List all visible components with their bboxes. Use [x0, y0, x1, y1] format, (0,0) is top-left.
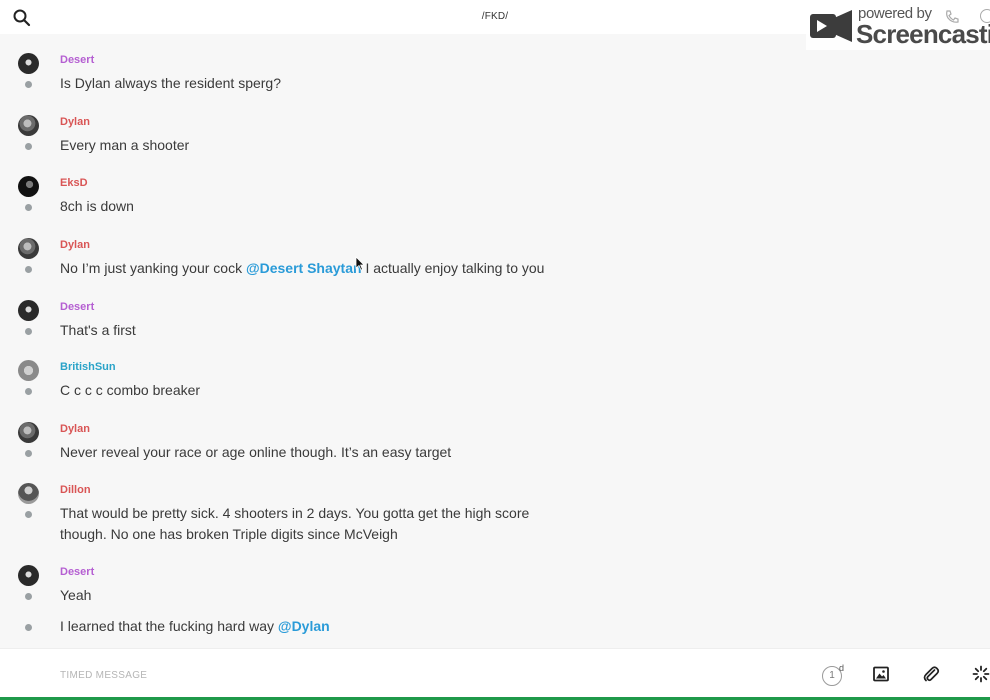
- loading-spinner-icon[interactable]: [972, 665, 990, 683]
- message-text: That's a first: [60, 322, 136, 338]
- message-text: That would be pretty sick. 4 shooters in…: [60, 503, 660, 545]
- message-text-part: I actually enjoy talking to you: [361, 260, 545, 276]
- message-text: Every man a shooter: [60, 137, 190, 153]
- message-author[interactable]: Dylan: [60, 238, 90, 252]
- status-dot: [25, 511, 32, 518]
- avatar[interactable]: [18, 483, 39, 504]
- message-text-part: I learned that the fucking hard way: [60, 618, 278, 634]
- status-dot: [25, 450, 32, 457]
- phone-icon[interactable]: [944, 9, 960, 25]
- message-text: Never reveal your race or age online tho…: [60, 444, 452, 460]
- avatar[interactable]: [18, 115, 39, 136]
- message-text-line: That would be pretty sick. 4 shooters in…: [60, 505, 530, 521]
- message-text: Yeah: [60, 587, 92, 603]
- info-icon[interactable]: [980, 9, 990, 23]
- image-icon[interactable]: [872, 665, 890, 683]
- message-text: C c c c combo breaker: [60, 382, 201, 398]
- message-author[interactable]: Dylan: [60, 115, 90, 129]
- message-author[interactable]: Dillon: [60, 483, 91, 497]
- avatar[interactable]: [18, 238, 39, 259]
- message-text-part: No I’m just yanking your cock: [60, 260, 246, 276]
- message-text-line: though. No one has broken Triple digits …: [60, 526, 398, 542]
- message-author[interactable]: Dylan: [60, 422, 90, 436]
- message-author[interactable]: Desert: [60, 53, 94, 67]
- avatar[interactable]: [18, 360, 39, 381]
- avatar[interactable]: [18, 565, 39, 586]
- message-text: I learned that the fucking hard way @Dyl…: [60, 616, 560, 637]
- status-dot: [25, 328, 32, 335]
- paperclip-icon[interactable]: [922, 665, 940, 683]
- status-dot: [25, 143, 32, 150]
- message-author[interactable]: EksD: [60, 176, 88, 190]
- mouse-cursor-icon: [355, 256, 365, 271]
- timed-message-input[interactable]: [60, 664, 760, 686]
- status-dot: [25, 593, 32, 600]
- user-mention[interactable]: @Desert Shaytan: [246, 260, 362, 276]
- status-dot: [25, 81, 32, 88]
- message-author[interactable]: Desert: [60, 565, 94, 579]
- status-dot: [25, 266, 32, 273]
- avatar[interactable]: [18, 176, 39, 197]
- timer-unit: d: [839, 663, 845, 673]
- avatar[interactable]: [18, 422, 39, 443]
- message-author[interactable]: BritishSun: [60, 360, 116, 374]
- message-text: Is Dylan always the resident sperg?: [60, 75, 281, 91]
- composer-bar: 1 d: [0, 648, 990, 700]
- user-mention[interactable]: @Dylan: [278, 618, 330, 634]
- message-author[interactable]: Desert: [60, 300, 94, 314]
- status-dot: [25, 388, 32, 395]
- message-text: 8ch is down: [60, 198, 134, 214]
- message-list: Desert Is Dylan always the resident sper…: [0, 34, 990, 648]
- status-dot: [25, 204, 32, 211]
- avatar[interactable]: [18, 53, 39, 74]
- avatar[interactable]: [18, 300, 39, 321]
- status-dot: [25, 624, 32, 631]
